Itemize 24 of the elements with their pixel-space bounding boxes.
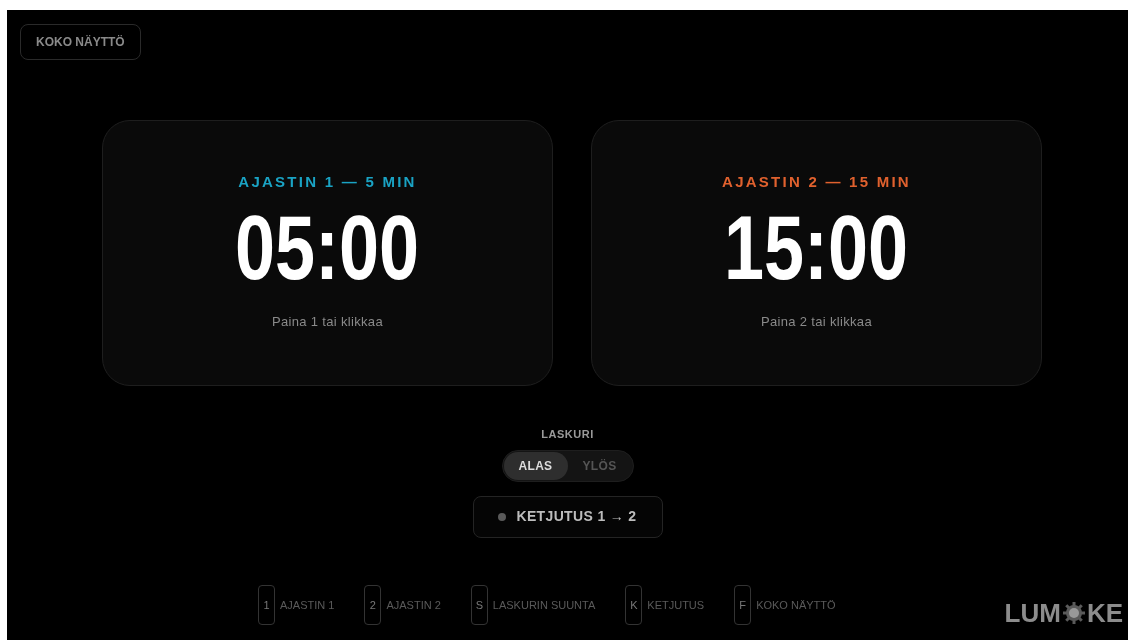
gear-icon: [1061, 601, 1086, 625]
logo: LUM KE: [1004, 600, 1123, 626]
shortcut-label: AJASTIN 1: [280, 597, 335, 613]
key-cap: F: [734, 585, 752, 625]
timer-title: AJASTIN 1 — 5 MIN: [238, 172, 417, 192]
fullscreen-button[interactable]: KOKO NÄYTTÖ: [20, 24, 141, 60]
chain-button[interactable]: KETJUTUS 1 → 2: [472, 495, 663, 538]
shortcut-label: KOKO NÄYTTÖ: [756, 597, 836, 613]
timer-card[interactable]: AJASTIN 1 — 5 MIN 05:00 Paina 1 tai klikkaa: [102, 120, 553, 386]
key-cap: 1: [258, 585, 275, 625]
direction-option[interactable]: ALAS: [503, 451, 568, 480]
timer-time: 05:00: [235, 199, 420, 296]
timer-card[interactable]: AJASTIN 2 — 15 MIN 15:00 Paina 2 tai klikkaa: [591, 120, 1042, 386]
timer-title: AJASTIN 2 — 15 MIN: [722, 172, 911, 192]
timer-hint: Paina 1 tai klikkaa: [272, 312, 383, 331]
timer-hint: Paina 2 tai klikkaa: [761, 312, 872, 331]
key-cap: 2: [364, 585, 382, 625]
key-cap: K: [625, 585, 643, 625]
shortcut-label: AJASTIN 2: [386, 597, 441, 613]
key-cap: S: [470, 585, 488, 625]
timer-time: 15:00: [724, 199, 909, 296]
shortcut-label: LASKURIN SUUNTA: [492, 597, 596, 613]
shortcut-label: KETJUTUS: [647, 597, 705, 613]
counter-label: LASKURI: [541, 427, 594, 442]
